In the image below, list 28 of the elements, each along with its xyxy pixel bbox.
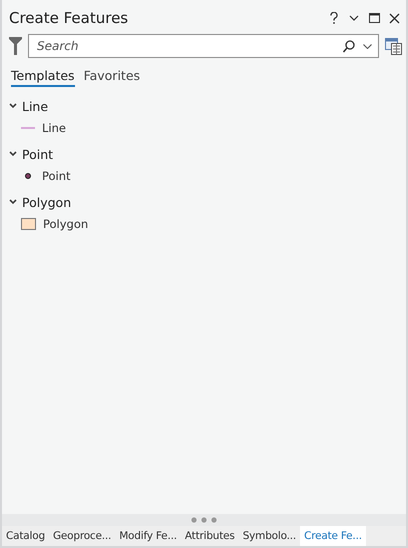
group-header[interactable]: Polygon — [9, 191, 406, 213]
dock-tab[interactable]: Catalog — [2, 526, 49, 546]
search-icon[interactable] — [343, 40, 355, 52]
template-item[interactable]: Point — [9, 165, 406, 187]
panel-title: Create Features — [9, 9, 130, 27]
tab[interactable]: Favorites — [84, 68, 140, 87]
search-box[interactable]: Search — [28, 34, 379, 58]
maximize-button[interactable] — [368, 11, 380, 25]
group-header[interactable]: Point — [9, 143, 406, 165]
chevron-down-icon[interactable] — [9, 198, 17, 206]
chevron-down-icon[interactable] — [363, 44, 372, 48]
dock-tab[interactable]: Attributes — [180, 526, 239, 546]
dots-icon — [191, 517, 217, 523]
dock-tab[interactable]: Geoproce... — [48, 526, 116, 546]
dock-tab[interactable]: Modify Fe... — [115, 526, 181, 546]
table-options-icon[interactable] — [385, 38, 402, 54]
chevron-down-icon[interactable] — [9, 150, 17, 158]
group-header[interactable]: Line — [9, 95, 406, 117]
tab[interactable]: Templates — [11, 68, 75, 87]
template-item[interactable]: Polygon — [9, 213, 406, 235]
filter-icon[interactable] — [9, 37, 22, 55]
chevron-down-icon[interactable] — [9, 102, 17, 110]
template-item[interactable]: Line — [9, 117, 406, 139]
close-button[interactable] — [388, 11, 400, 25]
dock-tab[interactable]: Create Fe... — [300, 526, 366, 546]
help-button[interactable] — [328, 11, 340, 25]
dock-tab[interactable]: Symbolo... — [238, 526, 300, 546]
search-field[interactable]: Search — [37, 39, 335, 53]
